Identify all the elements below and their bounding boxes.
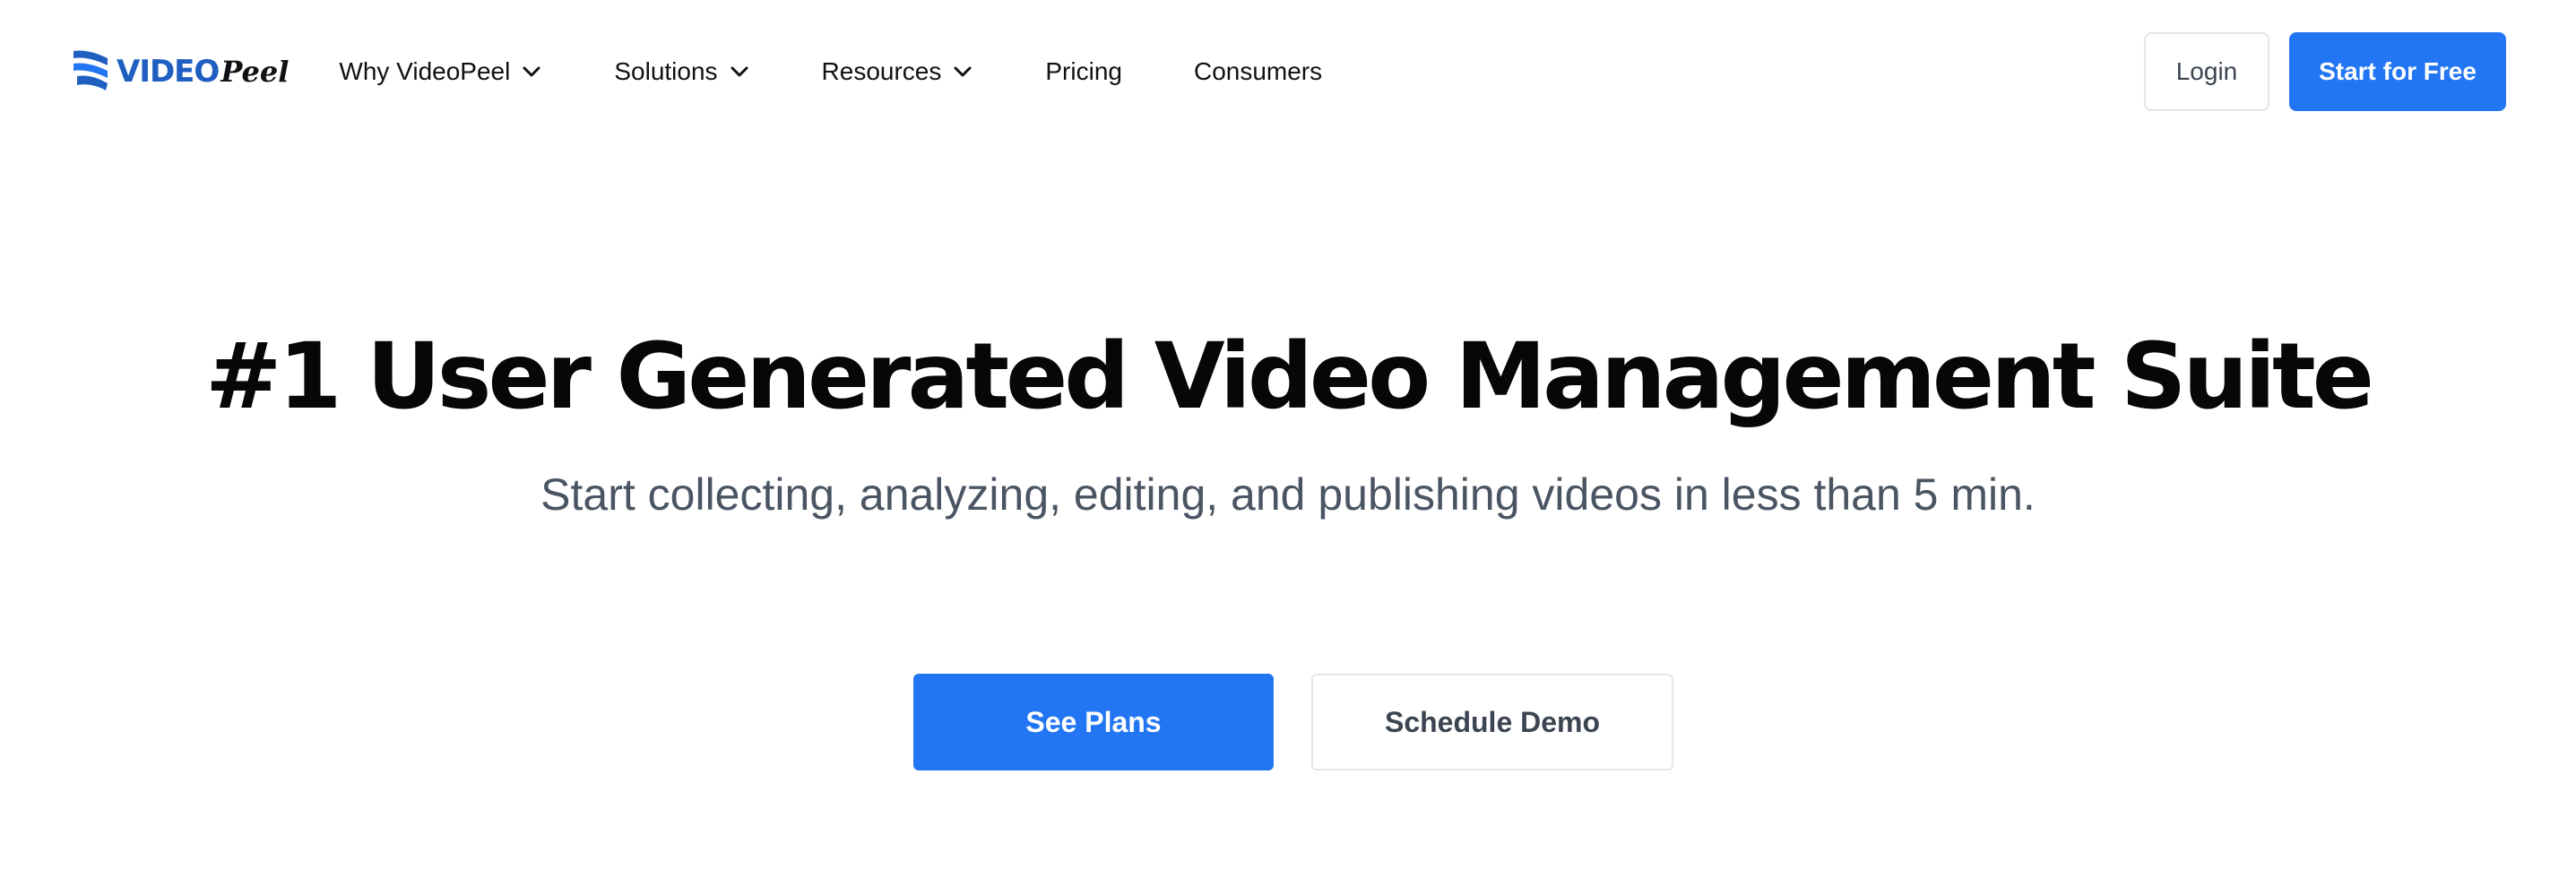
nav-item-pricing[interactable]: Pricing	[1045, 57, 1122, 86]
schedule-demo-button[interactable]: Schedule Demo	[1311, 674, 1673, 770]
ribbon-logo-icon	[73, 50, 108, 90]
chevron-down-icon	[523, 66, 540, 77]
nav-item-resources[interactable]: Resources	[822, 57, 972, 86]
nav-item-why-videopeel[interactable]: Why VideoPeel	[339, 57, 540, 86]
chevron-down-icon	[730, 66, 748, 77]
hero-subtitle: Start collecting, analyzing, editing, an…	[540, 469, 2036, 521]
start-for-free-button[interactable]: Start for Free	[2289, 32, 2506, 111]
nav-item-label: Solutions	[614, 57, 718, 85]
login-button[interactable]: Login	[2144, 32, 2269, 111]
hero-title: #1 User Generated Video Management Suite	[205, 323, 2374, 430]
brand-name-peel: Peel	[220, 55, 290, 89]
brand-name-video: VIDEO	[117, 54, 220, 90]
brand-logo[interactable]: VIDEO Peel	[72, 45, 289, 99]
main-nav: Why VideoPeel Solutions Resources Pricin…	[339, 45, 1394, 99]
hero-actions: See Plans Schedule Demo	[0, 674, 2576, 770]
nav-item-label: Why VideoPeel	[339, 57, 511, 85]
hero-section: #1 User Generated Video Management Suite…	[0, 323, 2576, 521]
nav-item-label: Consumers	[1193, 57, 1323, 85]
nav-item-consumers[interactable]: Consumers	[1194, 57, 1322, 86]
chevron-down-icon	[954, 66, 972, 77]
site-header: VIDEO Peel Why VideoPeel Solutions Resou…	[0, 0, 2576, 143]
nav-item-label: Resources	[821, 57, 942, 85]
nav-item-solutions[interactable]: Solutions	[614, 57, 748, 86]
see-plans-button[interactable]: See Plans	[913, 674, 1274, 770]
nav-item-label: Pricing	[1045, 57, 1122, 85]
